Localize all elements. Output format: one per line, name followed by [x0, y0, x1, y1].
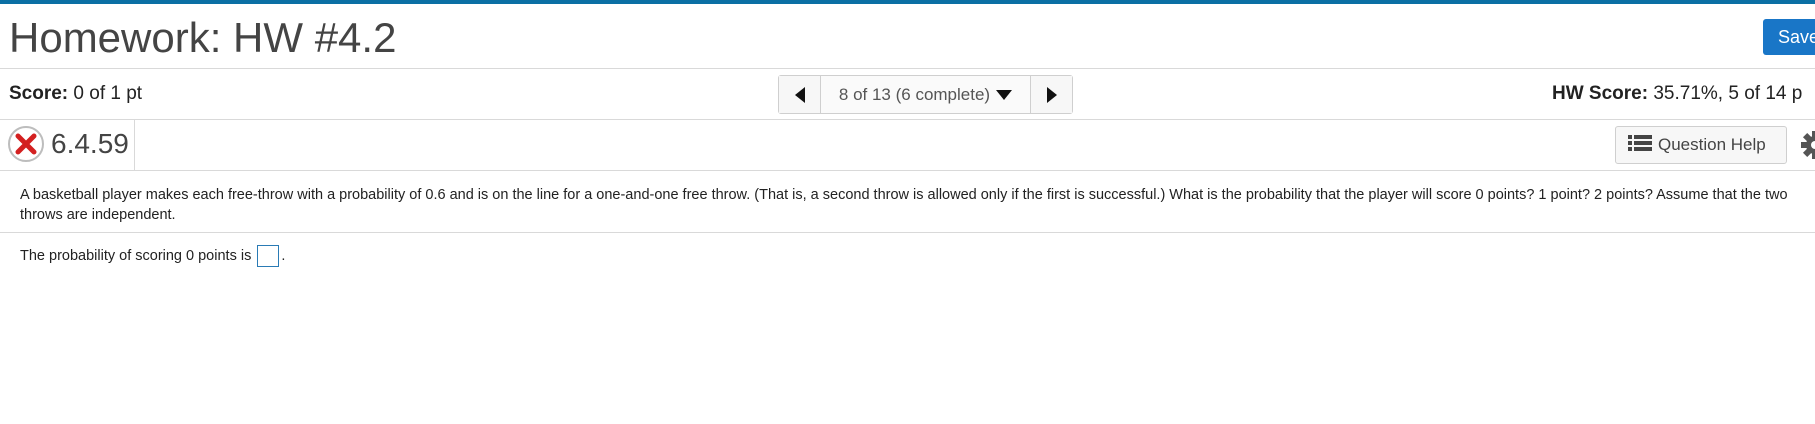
divider	[134, 120, 135, 170]
question-select-label: 8 of 13 (6 complete)	[838, 84, 991, 104]
save-button[interactable]: Save	[1763, 19, 1815, 55]
score-value: 0 of 1 pt	[73, 83, 143, 104]
x-circle-icon	[8, 126, 44, 162]
triangle-left-icon	[794, 86, 805, 103]
triangle-right-icon	[1046, 86, 1057, 103]
triangle-down-icon	[996, 89, 1013, 100]
score: Score: 0 of 1 pt	[9, 83, 142, 105]
question-divider	[0, 232, 1815, 233]
next-question-button[interactable]	[1030, 76, 1072, 113]
question-header: 6.4.59 Question Help	[0, 120, 1815, 171]
question-help-button[interactable]: Question Help	[1615, 126, 1787, 164]
question-number: 6.4.59	[51, 128, 129, 159]
hw-score-value: 35.71%, 5 of 14 p	[1653, 83, 1803, 104]
gear-icon[interactable]	[1801, 131, 1815, 164]
hw-score: HW Score: 35.71%, 5 of 14 p	[1552, 83, 1802, 105]
list-icon	[1628, 134, 1652, 157]
answer-input[interactable]	[257, 245, 280, 267]
score-label: Score:	[9, 83, 69, 104]
answer-prompt: The probability of scoring 0 points is	[20, 248, 252, 264]
previous-question-button[interactable]	[779, 76, 821, 113]
top-accent-bar	[0, 0, 1815, 9]
question-text: A basketball player makes each free-thro…	[20, 187, 1788, 223]
question-pager: 8 of 13 (6 complete)	[778, 75, 1073, 114]
answer-suffix: .	[281, 248, 286, 264]
hw-score-label: HW Score:	[1552, 83, 1649, 104]
page-title: Homework: HW #4.2	[9, 14, 397, 61]
question-help-label: Question Help	[1658, 135, 1766, 154]
title-bar: Homework: HW #4.2 Save	[0, 9, 1815, 69]
answer-line: The probability of scoring 0 points is .	[20, 245, 285, 267]
question-select[interactable]: 8 of 13 (6 complete)	[821, 76, 1030, 113]
score-bar: Score: 0 of 1 pt 8 of 13 (6 complete) HW…	[0, 69, 1815, 120]
